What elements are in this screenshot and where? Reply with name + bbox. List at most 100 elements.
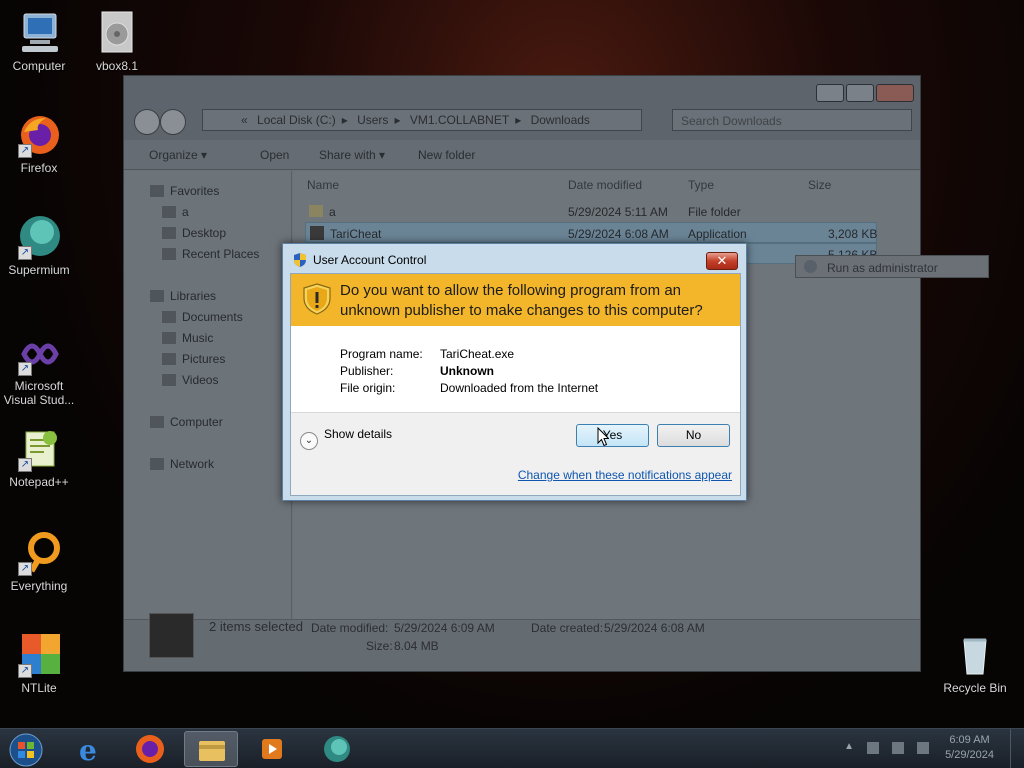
size-value: 8.04 MB [394,639,439,653]
computer-icon [16,10,62,56]
tray-clock[interactable]: 6:09 AM 5/29/2024 [945,733,994,763]
videos-icon [162,374,176,386]
no-button[interactable]: No [657,424,730,447]
window-close-button[interactable] [876,84,914,102]
new-folder-button[interactable]: New folder [418,148,475,162]
change-notifications-link[interactable]: Change when these notifications appear [518,468,732,482]
breadcrumb-separator-icon: ▸ [515,113,522,127]
nav-lib-pictures[interactable]: Pictures [162,352,225,366]
open-button[interactable]: Open [260,148,289,162]
nav-lib-videos[interactable]: Videos [162,373,218,387]
publisher-label: Publisher: [340,364,394,378]
column-header-size[interactable]: Size [808,178,831,192]
recent-places-icon [162,248,176,260]
taskbar-supermium[interactable] [310,731,364,767]
date-modified-label: Date modified: [311,621,389,635]
volume-muted-icon[interactable] [917,742,929,754]
taskbar-media-player[interactable] [245,731,299,767]
desktop-icon-supermium[interactable]: ↗ Supermium [0,214,78,277]
yes-button[interactable]: Yes [576,424,649,447]
documents-icon [162,311,176,323]
mouse-cursor-icon [597,426,610,447]
nav-network[interactable]: Network [150,457,214,471]
nav-fav-a[interactable]: a [162,205,189,219]
start-button[interactable] [0,731,54,767]
address-prefix: « [241,113,248,127]
folder-icon [162,206,176,218]
taskbar: e ▲ 6:09 AM 5/29/2024 [0,728,1024,768]
share-with-button[interactable]: Share with ▾ [319,148,385,162]
breadcrumb-seg-users[interactable]: Users [357,113,388,127]
desktop-icon-visual-studio[interactable]: ↗ Microsoft Visual Stud... [0,330,78,407]
breadcrumb-seg-drive[interactable]: Local Disk (C:) [257,113,336,127]
desktop-icon-computer[interactable]: Computer [0,10,78,73]
maximize-button[interactable] [846,84,874,102]
uac-shield-icon [293,253,307,267]
desktop-icon-notepadpp[interactable]: ↗ Notepad++ [0,426,78,489]
breadcrumb-separator-icon: ▸ [394,113,401,127]
nav-computer[interactable]: Computer [150,415,223,429]
nav-fav-recent[interactable]: Recent Places [162,247,259,261]
folder-icon [309,205,323,217]
breadcrumb-seg-user[interactable]: VM1.COLLABNET [410,113,509,127]
warning-shield-icon [303,283,331,315]
taskbar-explorer[interactable] [184,731,238,767]
libraries-icon [150,290,164,302]
disc-file-icon [94,10,140,56]
organize-button[interactable]: Organize ▾ [149,148,207,162]
firefox-icon: ↗ [16,112,62,158]
supermium-icon: ↗ [16,214,62,260]
nav-lib-documents[interactable]: Documents [162,310,243,324]
desktop-icon-firefox[interactable]: ↗ Firefox [0,112,78,175]
music-icon [162,332,176,344]
minimize-button[interactable] [816,84,844,102]
search-input[interactable]: Search Downloads [672,109,912,131]
star-icon [150,185,164,197]
forward-button[interactable] [160,109,186,135]
uac-dialog: User Account Control ✕ Do you want to al… [282,243,747,501]
selection-count: 2 items selected [209,619,303,634]
shortcut-arrow-icon: ↗ [18,362,32,376]
column-header-date[interactable]: Date modified [568,178,642,192]
file-origin-label: File origin: [340,381,396,395]
desktop-icon-recycle-bin[interactable]: Recycle Bin [936,632,1014,695]
chevron-down-icon: ⌄ [300,432,318,450]
shortcut-arrow-icon: ↗ [18,664,32,678]
table-row[interactable]: a 5/29/2024 5:11 AM File folder [305,201,877,222]
tray-expand-icon[interactable]: ▲ [844,741,854,752]
breadcrumb-seg-downloads[interactable]: Downloads [531,113,590,127]
visual-studio-icon: ↗ [16,330,62,376]
desktop-icon-everything[interactable]: ↗ Everything [0,530,78,593]
file-thumbnail [149,613,194,658]
uac-warning-banner: Do you want to allow the following progr… [291,274,740,326]
context-menu-run-as-admin[interactable]: Run as administrator [795,255,989,278]
taskbar-firefox[interactable] [123,731,177,767]
command-bar: Organize ▾ Open Share with ▾ New folder [124,140,920,170]
date-created-label: Date created: [531,621,604,635]
column-header-type[interactable]: Type [688,178,714,192]
nav-favorites[interactable]: Favorites [150,184,219,198]
desktop-icon [162,227,176,239]
uac-footer: ⌄ Show details Yes No Change when these n… [291,412,740,495]
nav-lib-music[interactable]: Music [162,331,213,345]
nav-libraries[interactable]: Libraries [150,289,216,303]
show-details-toggle[interactable]: ⌄ Show details [300,427,392,450]
back-button[interactable] [134,109,160,135]
svg-text:e: e [79,734,97,767]
taskbar-ie[interactable]: e [63,731,117,767]
date-modified-value: 5/29/2024 6:09 AM [394,621,495,635]
uac-title: User Account Control [293,253,426,267]
recycle-bin-icon [952,632,998,678]
desktop-icon-ntlite[interactable]: ↗ NTLite [0,632,78,695]
nav-fav-desktop[interactable]: Desktop [162,226,226,240]
desktop-icon-vbox[interactable]: vbox8.1 [78,10,156,73]
action-center-flag-icon[interactable] [867,742,879,754]
size-label: Size: [366,639,393,653]
show-desktop-button[interactable] [1010,729,1024,768]
address-bar[interactable]: « Local Disk (C:) ▸ Users ▸ VM1.COLLABNET ▸… [202,109,642,131]
network-tray-icon[interactable] [892,742,904,754]
network-icon [150,458,164,470]
table-row[interactable]: TariCheat 5/29/2024 6:08 AM Application … [305,222,877,243]
column-header-name[interactable]: Name [307,178,339,192]
uac-close-button[interactable]: ✕ [706,252,738,270]
